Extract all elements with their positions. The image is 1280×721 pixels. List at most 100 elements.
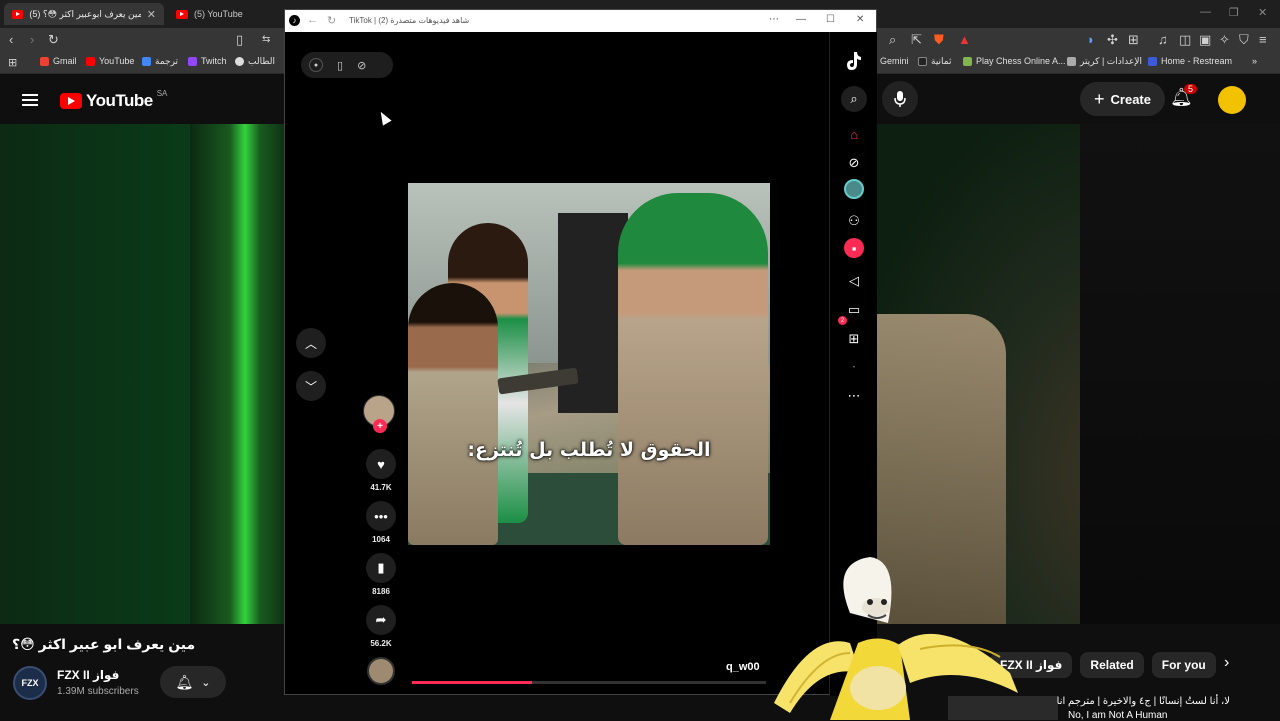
back-icon[interactable]: ‹ — [9, 32, 13, 48]
bookmark-twitch[interactable]: Twitch — [188, 56, 227, 66]
bookmark-icon[interactable]: ▯ — [236, 32, 243, 48]
inbox-badge: 2 — [838, 316, 847, 325]
device-icon[interactable]: ▯ — [337, 59, 343, 72]
search-icon[interactable]: ⌕ — [841, 86, 867, 112]
autoscroll-icon[interactable]: ⊘ — [357, 59, 366, 72]
youtube-logo[interactable]: YouTube SA — [60, 89, 167, 111]
music-icon[interactable]: ♫ — [1158, 32, 1168, 48]
chevron-down-icon: ﹀ — [304, 379, 317, 394]
profile-avatar[interactable] — [844, 179, 864, 199]
comment-action[interactable]: ••• 1064 — [363, 501, 399, 544]
chevron-down-icon: ⌄ — [201, 676, 211, 689]
forward-icon[interactable]: › — [30, 32, 34, 48]
following-icon[interactable]: ⚇ — [841, 208, 867, 234]
bookmark-translate[interactable]: ترجمة — [142, 56, 178, 67]
video-title: مين يعرف ابو عبير اكثر 😳؟ — [12, 636, 196, 652]
bookmark-student[interactable]: الطالب — [235, 56, 275, 67]
like-action[interactable]: ♥ 41.7K — [363, 449, 399, 492]
tab-label: (5) YouTube — [194, 9, 243, 19]
vpn-icon[interactable]: ⛉ — [1239, 32, 1249, 48]
create-button[interactable]: + Create — [1080, 82, 1165, 116]
maximize-icon[interactable]: ☐ — [826, 14, 835, 25]
explore-icon[interactable]: ⊘ — [841, 150, 867, 176]
share-action[interactable]: ➦ 56.2K — [363, 605, 399, 648]
chip-for-you[interactable]: For you — [1151, 652, 1216, 678]
more-options-icon[interactable]: ⋯ — [769, 14, 779, 25]
video-username[interactable]: q_w00 — [726, 661, 760, 673]
puzzle-icon[interactable]: ✣ — [1107, 32, 1118, 48]
media-icon[interactable]: ⊞ — [1128, 32, 1139, 48]
menu-icon[interactable]: ≡ — [1259, 32, 1267, 48]
tiktok-app-icon: ♪ — [289, 15, 300, 26]
channel-avatar[interactable]: FZX — [13, 666, 47, 700]
minimize-icon[interactable]: — — [796, 14, 806, 25]
bookmark-thmanyah[interactable]: ثمانية — [918, 56, 952, 67]
plus-icon: + — [1094, 88, 1105, 109]
rewards-icon[interactable]: ▲ — [958, 32, 971, 48]
chip-related[interactable]: Related — [1080, 652, 1144, 678]
restream-icon — [1148, 56, 1157, 66]
previous-video-button[interactable]: ︿ — [296, 328, 326, 358]
apps-grid-icon[interactable]: ⊞ — [8, 55, 17, 71]
translate-icon[interactable]: ⇆ — [262, 32, 270, 48]
volume-icon[interactable]: ● — [309, 58, 323, 72]
bookmark-gmail[interactable]: Gmail — [40, 56, 77, 66]
tab-youtube-home[interactable]: (5) YouTube — [168, 3, 278, 25]
bookmarks-overflow-icon[interactable]: » — [1252, 56, 1257, 66]
bookmark-gemini[interactable]: Gemini — [880, 56, 909, 66]
video-child-right — [618, 193, 768, 545]
chevron-up-icon: ︿ — [304, 336, 317, 351]
account-avatar[interactable] — [1218, 86, 1246, 114]
video-frame-left — [0, 124, 190, 624]
next-video-button[interactable]: ﹀ — [296, 371, 326, 401]
video-child-boy — [408, 283, 498, 545]
wallet-icon[interactable]: ▣ — [1199, 32, 1211, 48]
close-icon[interactable]: ✕ — [856, 14, 864, 25]
extension-icon[interactable]: ◗ — [1087, 32, 1095, 48]
live-icon[interactable]: ▪ — [844, 238, 864, 258]
thmanyah-icon — [918, 57, 927, 66]
save-action[interactable]: ▮ 8186 — [363, 553, 399, 596]
reload-icon[interactable]: ↻ — [48, 32, 59, 48]
youtube-icon — [86, 56, 95, 66]
brave-shield-icon[interactable]: ⛊ — [934, 32, 944, 48]
voice-search-button[interactable] — [882, 81, 918, 117]
maximize-icon[interactable]: ❐ — [1229, 6, 1239, 19]
more-icon[interactable]: ⋯ — [841, 383, 867, 409]
hamburger-menu-icon[interactable] — [22, 94, 38, 106]
tab-label: (5) مين يعرف ابوعبير اكثر 😳؟ - ... — [29, 8, 141, 19]
twitch-icon — [188, 56, 197, 66]
heart-icon: ♥ — [366, 449, 396, 479]
sidebar-icon[interactable]: ◫ — [1179, 32, 1191, 48]
back-icon[interactable]: ← — [307, 14, 318, 26]
upload-icon[interactable]: ⊞ — [841, 326, 867, 352]
sound-avatar[interactable] — [367, 657, 395, 685]
bookmark-icon: ▮ — [366, 553, 396, 583]
bookmark-restream[interactable]: Home - Restream — [1148, 56, 1232, 66]
bookmark-youtube[interactable]: YouTube — [86, 56, 134, 66]
subscribed-notifications-button[interactable]: 🔔︎ ⌄ — [160, 666, 226, 698]
comment-count: 1064 — [372, 535, 390, 544]
reload-icon[interactable]: ↻ — [327, 14, 336, 27]
tab-youtube-video[interactable]: (5) مين يعرف ابوعبير اكثر 😳؟ - ... ✕ — [4, 3, 164, 25]
chevron-right-icon[interactable]: › — [1224, 654, 1229, 672]
ai-icon[interactable]: ✧ — [1219, 32, 1230, 48]
recommendation-title[interactable]: لا، أنا لستُ إنسانًا | ج٤ والاخيرة | متر… — [1057, 696, 1230, 707]
zoom-icon[interactable]: ⌕ — [889, 32, 896, 48]
close-window-icon[interactable]: ✕ — [1258, 6, 1267, 19]
minimize-icon[interactable]: — — [1200, 6, 1211, 18]
tiktok-video[interactable]: الحقوق لا تُطلب بل تُنتزع: — [408, 183, 770, 545]
microphone-icon — [894, 91, 906, 107]
messages-icon[interactable]: ◁ — [841, 268, 867, 294]
share-icon[interactable]: ⇱ — [911, 32, 922, 48]
follow-plus-icon[interactable]: + — [373, 419, 387, 433]
bookmark-chess[interactable]: Play Chess Online A... — [963, 56, 1066, 66]
globe-icon — [235, 57, 244, 66]
bookmark-creator-settings[interactable]: الإعدادات | كريتر — [1067, 56, 1142, 67]
tiktok-logo-icon[interactable] — [841, 48, 867, 74]
channel-name[interactable]: FZX II فواز — [57, 668, 119, 682]
close-icon[interactable]: ✕ — [147, 8, 156, 21]
bell-icon: 🔔︎ — [175, 673, 194, 690]
video-caption: الحقوق لا تُطلب بل تُنتزع: — [467, 439, 711, 461]
home-icon[interactable]: ⌂ — [841, 121, 867, 147]
